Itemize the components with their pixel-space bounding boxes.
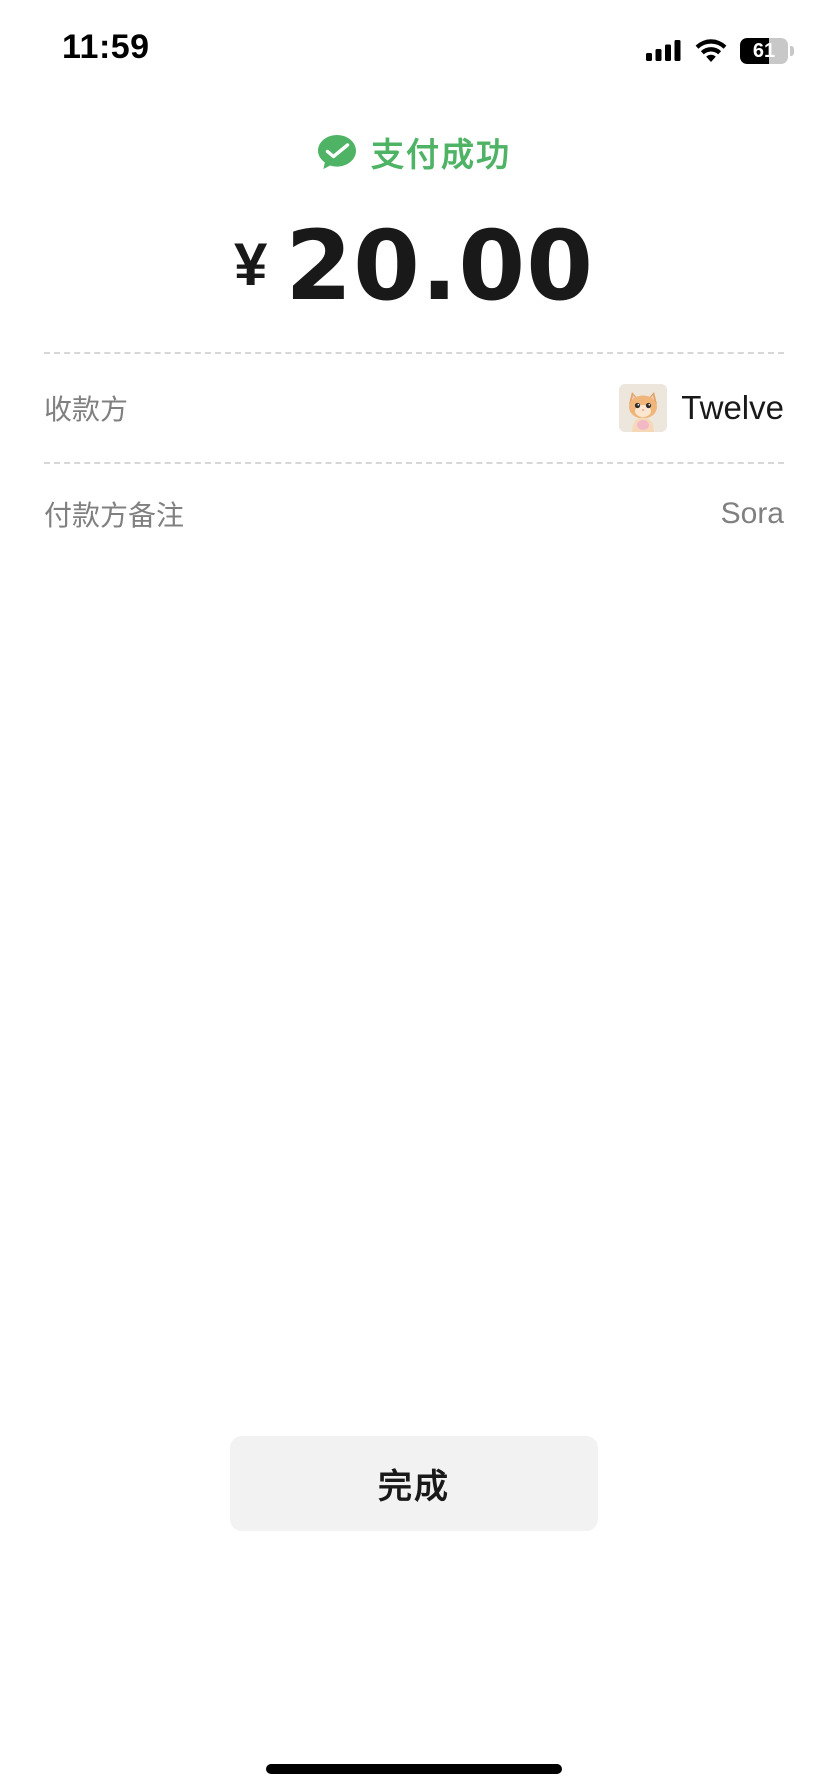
wifi-icon (695, 39, 727, 62)
payee-row: 收款方 Twelve (44, 380, 784, 436)
divider-top (44, 352, 784, 354)
divider-bottom (44, 462, 784, 464)
remark-label: 付款方备注 (44, 499, 185, 532)
currency-symbol: ¥ (233, 231, 268, 298)
amount-value: 20.00 (285, 210, 595, 322)
done-button-label: 完成 (378, 1467, 450, 1507)
battery-icon: 61 (740, 38, 788, 64)
payee-avatar (619, 384, 668, 432)
battery-indicator: 61 (740, 38, 794, 64)
home-indicator[interactable] (266, 1764, 562, 1774)
payment-amount: ¥ 20.00 (0, 210, 828, 322)
battery-cap (790, 46, 794, 56)
payee-name: Twelve (681, 389, 784, 426)
payment-success-text: 支付成功 (371, 135, 511, 174)
status-bar: 11:59 61 (0, 0, 828, 100)
remark-row: 付款方备注 Sora (44, 486, 784, 542)
payee-label: 收款方 (44, 393, 129, 426)
status-indicators: 61 (646, 34, 794, 68)
payee-info: Twelve (619, 384, 784, 432)
payment-success-header: 支付成功 (0, 128, 828, 176)
battery-level: 61 (752, 40, 776, 62)
remark-value: Sora (720, 497, 784, 530)
done-button[interactable]: 完成 (230, 1436, 598, 1531)
cellular-signal-icon (646, 40, 681, 61)
status-time: 11:59 (62, 28, 150, 66)
wechat-pay-check-icon (318, 135, 356, 169)
